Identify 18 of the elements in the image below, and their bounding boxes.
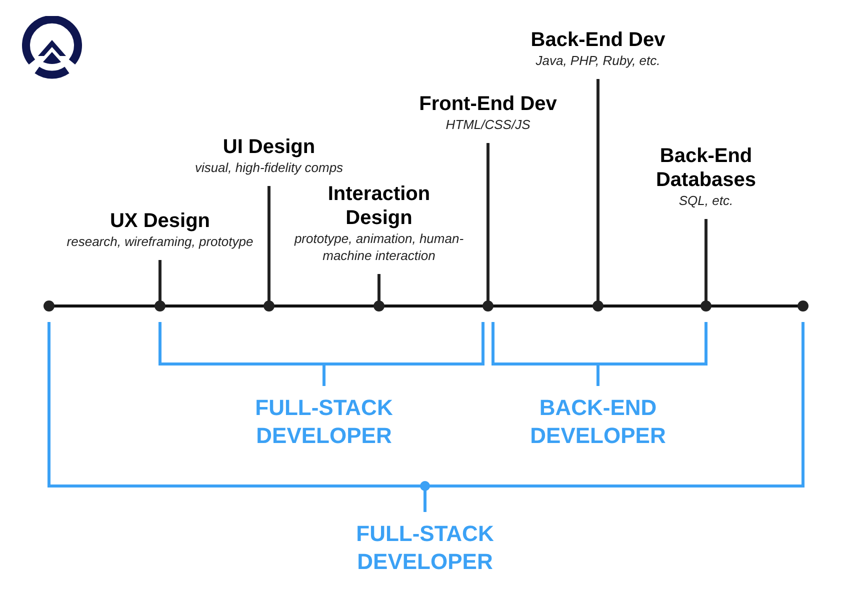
stage-title: Front-End Dev <box>419 92 557 116</box>
stage-marker <box>154 260 166 312</box>
stage-title: UX Design <box>110 209 210 233</box>
stage-marker <box>374 274 384 312</box>
stage-subtitle: prototype, animation, human-machine interaction <box>293 230 465 264</box>
stage-subtitle: SQL, etc. <box>678 192 734 209</box>
stage-subtitle: research, wireframing, prototype <box>66 233 254 250</box>
stage-subtitle: HTML/CSS/JS <box>446 116 530 133</box>
stage-title: UI Design <box>222 135 316 159</box>
role-label: FULL-STACK DEVELOPER <box>254 394 394 450</box>
logo-icon <box>20 16 84 80</box>
stage-subtitle: visual, high-fidelity comps <box>194 159 344 176</box>
role-label: BACK-END DEVELOPER <box>529 394 667 450</box>
stage-title: Back-End Databases <box>654 144 758 192</box>
role-label: FULL-STACK DEVELOPER <box>355 520 495 576</box>
stage-title: Interaction Design <box>326 182 432 230</box>
stage-title: Back-End Dev <box>530 28 666 52</box>
stage-subtitle: Java, PHP, Ruby, etc. <box>536 52 660 69</box>
